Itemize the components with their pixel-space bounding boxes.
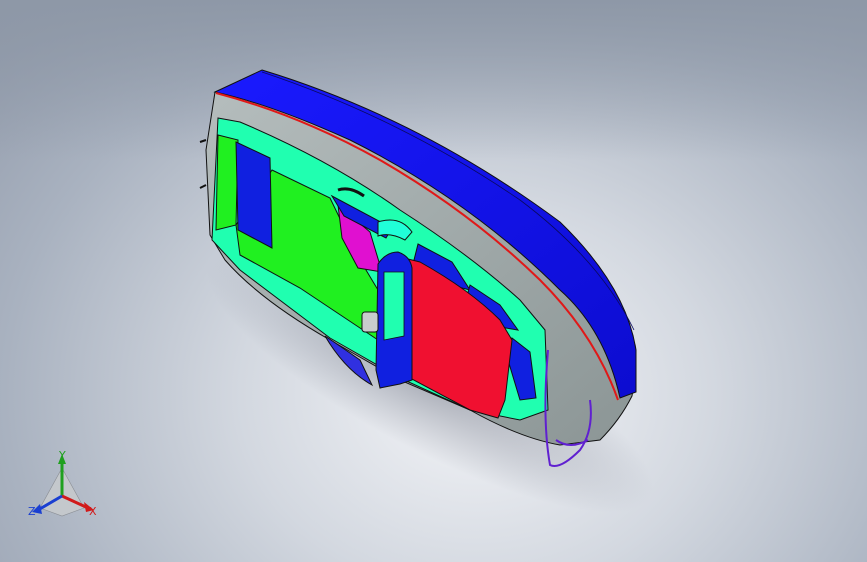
transom-seat[interactable] <box>235 141 273 249</box>
orientation-triad[interactable]: Y X Z <box>22 446 112 526</box>
triad-z-label: Z <box>28 505 36 518</box>
transom-posts <box>199 139 207 189</box>
bulkhead-opening <box>383 271 405 341</box>
graphics-viewport[interactable]: Y X Z <box>0 0 867 562</box>
cockpit-handle[interactable] <box>361 311 379 333</box>
triad-y-label: Y <box>59 449 66 462</box>
aft-well[interactable] <box>215 134 239 231</box>
triad-x-label: X <box>89 505 97 518</box>
boat-model[interactable] <box>0 0 867 562</box>
